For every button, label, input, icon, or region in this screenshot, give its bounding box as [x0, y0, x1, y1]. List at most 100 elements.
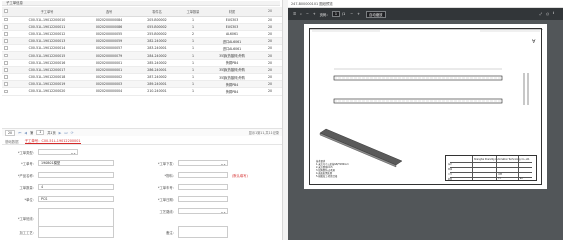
cell-extra: 20 — [258, 66, 282, 75]
tb-approve-label: 批准 — [448, 179, 453, 181]
tb-design-label: 设计 — [448, 164, 453, 166]
column-header-code[interactable]: 选号 — [84, 7, 134, 17]
zoom-out-icon-2[interactable]: − — [350, 12, 353, 16]
page-number-input[interactable]: 1 — [331, 11, 340, 17]
order-form: *工单类型： *工单号： 190801模型 *工单下发： *产品名称： *物料：… — [2, 146, 282, 240]
cell-code: 0020200000004 — [84, 87, 134, 96]
table-row[interactable]: C00-51L-19012200017 0020200000001 286-2400… — [2, 66, 282, 75]
cell-extra: 20 — [258, 44, 282, 53]
table-row[interactable]: C00-51L-19012200016 0020200000001 285-2400… — [2, 59, 282, 67]
table-row[interactable]: C00-51L-19012200012 0020200000055 255-B000… — [2, 30, 282, 39]
line-field[interactable] — [38, 208, 114, 228]
row-checkbox[interactable] — [2, 51, 10, 60]
refresh-icon[interactable]: ⟳ — [71, 131, 74, 135]
pagination-bar: 20 ⏮ ◀ 第 1 共1页 ▶ ⏭ ⟳ 显示1到11,共11记录 — [2, 128, 282, 136]
issued-label: *工单下发： — [157, 161, 176, 166]
row-checkbox[interactable] — [2, 59, 10, 67]
cell-code: 0020200000055 — [84, 30, 134, 39]
cell-qty: 1 — [180, 59, 206, 67]
page-total: 共1页 — [47, 131, 56, 135]
tab-sub-order[interactable]: 子工单号：C00-51L-19012200001 — [24, 138, 81, 144]
requirement-textarea[interactable] — [38, 226, 114, 238]
table-row[interactable]: C00-51L-19012200013 0020200000059 282-2400… — [2, 37, 282, 46]
row-checkbox[interactable] — [2, 37, 10, 46]
prev-page-icon[interactable]: ◀ — [24, 131, 27, 135]
cell-order: C00-51L-19012200014 — [10, 44, 84, 53]
cell-material: 35钢(热镀锌)外购 — [206, 51, 258, 60]
download-icon[interactable]: ⭳ — [553, 11, 554, 17]
qty-label: 工单数量： — [19, 185, 36, 190]
unit-field[interactable]: PCS — [38, 196, 114, 202]
pdf-page: ∀ 技术要求 1.未注尺寸公差按GB/T1804-m 2.未注倒角C0.5 3.… — [304, 24, 547, 189]
note-textarea[interactable] — [178, 226, 228, 238]
cell-code: 0020200000059 — [84, 37, 134, 46]
tab-basic-data[interactable]: 基础数据 — [5, 139, 19, 144]
cell-order: C00-51L-19012200016 — [10, 59, 84, 67]
issued-select[interactable] — [178, 160, 228, 166]
page-number-input[interactable]: 1 — [36, 130, 45, 135]
cell-material: 35钢(热镀锌)外购 — [206, 66, 258, 75]
cell-material: 35钢(热镀锌)外购 — [206, 73, 258, 82]
process-field[interactable] — [178, 184, 228, 190]
requirement-label: 加工工艺： — [19, 230, 36, 235]
cell-qty: 1 — [180, 37, 206, 46]
sidebar-toggle-icon[interactable]: ☰ — [293, 12, 296, 16]
column-header-extra[interactable]: 20 — [258, 7, 282, 17]
fullscreen-icon[interactable]: ⤢ — [539, 12, 542, 16]
cell-qty: 1 — [180, 73, 206, 82]
unit-label: *单位： — [24, 197, 36, 202]
cell-code: 0020200000057 — [84, 44, 134, 53]
product-field[interactable] — [38, 172, 114, 178]
select-all-checkbox[interactable] — [2, 7, 10, 17]
column-header-qty[interactable]: 工单数量 — [180, 7, 206, 17]
cell-extra: 20 — [258, 23, 282, 31]
table-row[interactable]: C00-51L-19012200018 0020200000002 287-2400… — [2, 73, 282, 82]
row-checkbox[interactable] — [2, 30, 10, 39]
zoom-select[interactable]: 自动缩放 — [365, 10, 386, 18]
cell-material: EUS303 — [206, 23, 258, 31]
table-row[interactable]: C00-51L-19012200020 0020200000004 210-2400… — [2, 87, 282, 96]
row-checkbox[interactable] — [2, 23, 10, 31]
row-checkbox[interactable] — [2, 66, 10, 75]
zoom-in-icon[interactable]: + — [313, 12, 316, 16]
material-field[interactable] — [178, 172, 228, 178]
print-icon[interactable]: ⎙ — [546, 12, 549, 16]
next-page-icon[interactable]: ▶ — [59, 131, 62, 135]
column-header-order[interactable]: 子工单号 — [10, 7, 84, 17]
engineering-drawing: ∀ 技术要求 1.未注尺寸公差按GB/T1804-m 2.未注倒角C0.5 3.… — [309, 28, 543, 185]
cell-order: C00-51L-19012200018 — [10, 73, 84, 82]
table-row[interactable]: C00-51L-19012200014 0020200000057 283-2400… — [2, 44, 282, 53]
order-type-select[interactable] — [38, 149, 78, 155]
row-checkbox[interactable] — [2, 80, 10, 89]
date-field[interactable] — [178, 196, 228, 202]
pdf-toolbar: ☰ ⌕ − + 页码： 1 /1 − + 自动缩放 ⤢ ⎙ ⭳ — [288, 8, 563, 20]
row-checkbox[interactable] — [2, 16, 10, 24]
last-page-icon[interactable]: ⏭ — [64, 131, 67, 135]
table-row[interactable]: C00-51L-19012200010 0020200000084 205-B000… — [2, 16, 282, 24]
zoom-in-icon-2[interactable]: + — [357, 12, 360, 16]
column-header-material[interactable]: 材质 — [206, 7, 258, 17]
row-checkbox[interactable] — [2, 44, 10, 53]
route-select[interactable] — [178, 208, 228, 214]
sub-order-section-title: 子工单信息 — [2, 1, 280, 6]
table-row[interactable]: C00-51L-19012200011 0020200000086 055-B000… — [2, 23, 282, 31]
table-row[interactable]: C00-51L-19012200015 0020200000079 284-2400… — [2, 51, 282, 60]
qty-field[interactable]: 4 — [38, 184, 114, 190]
cell-part: 210-240001 — [134, 87, 180, 96]
table-row[interactable]: C00-51L-19012200019 0020200000003 289-2400… — [2, 80, 282, 89]
cell-extra: 20 — [258, 37, 282, 46]
page-size-select[interactable]: 20 — [5, 129, 16, 136]
row-checkbox[interactable] — [2, 73, 10, 82]
zoom-out-icon[interactable]: − — [306, 12, 309, 16]
search-icon[interactable]: ⌕ — [300, 12, 302, 16]
tb-scale-value: 1:1 — [498, 178, 502, 180]
cell-qty: 1 — [180, 16, 206, 24]
row-checkbox[interactable] — [2, 87, 10, 96]
first-page-icon[interactable]: ⏮ — [18, 131, 21, 135]
cell-order: C00-51L-19012200017 — [10, 66, 84, 75]
cell-part: 289-240001 — [134, 80, 180, 89]
column-header-part[interactable]: 零件名 — [134, 7, 180, 17]
cell-qty: 1 — [180, 87, 206, 96]
order-no-field[interactable]: 190801模型 — [38, 160, 114, 166]
material-label: *物料： — [164, 173, 176, 178]
